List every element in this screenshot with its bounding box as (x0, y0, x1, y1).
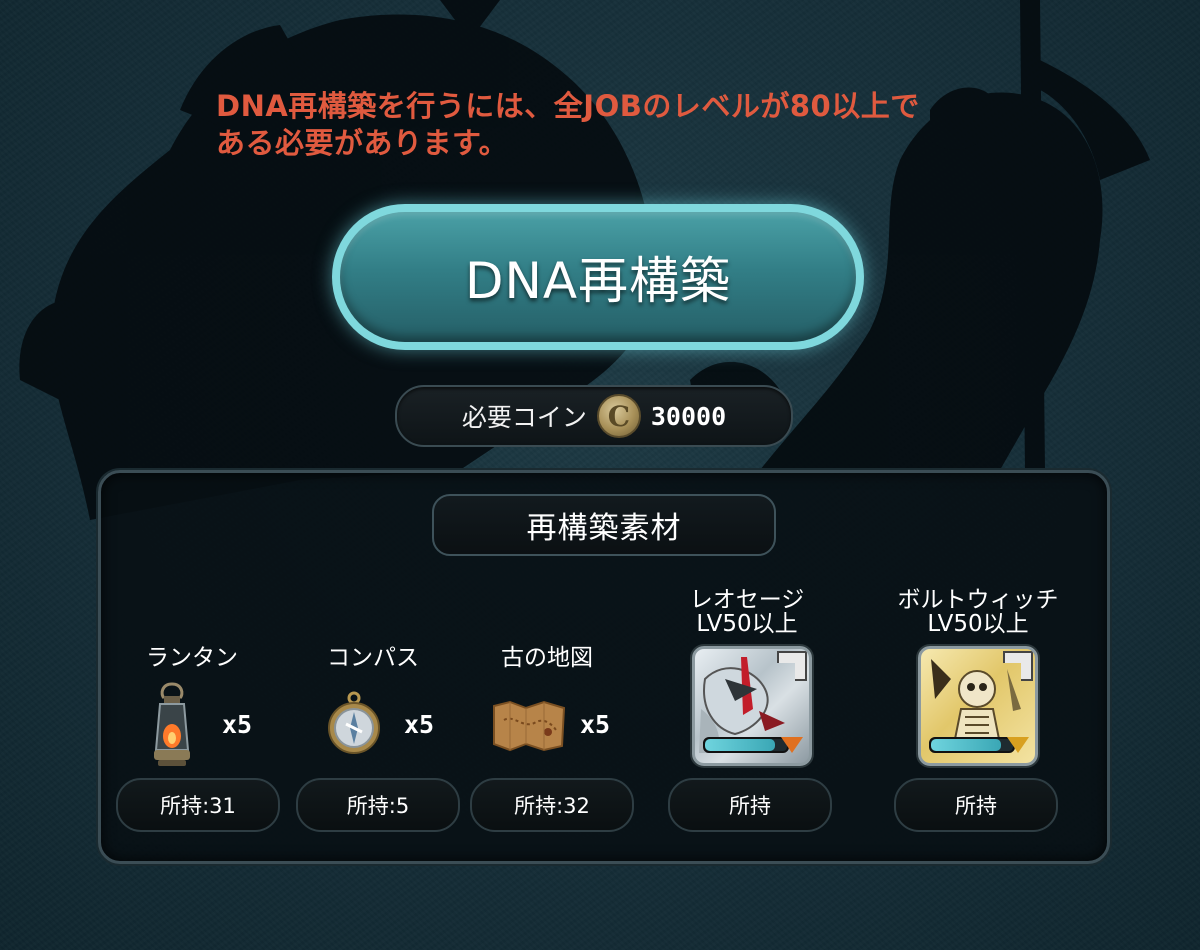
character-boltwitch-requirement: LV50以上 (927, 611, 1029, 637)
lantern-quantity: x5 (222, 710, 253, 739)
requirement-notice: DNA再構築を行うには、全JOBのレベルが80以上で ある必要があります。 (216, 88, 976, 162)
notice-line-1: DNA再構築を行うには、全JOBのレベルが80以上で (216, 89, 920, 123)
character-boltwitch-name: ボルトウィッチ (897, 587, 1059, 613)
compass-owned: 所持:5 (296, 778, 460, 832)
required-coin-display: 必要コイン C 30000 (395, 385, 793, 447)
leosage-triangle-icon (781, 737, 803, 753)
material-name-lantern: ランタン (146, 645, 238, 671)
character-name-boltwitch: ボルトウィッチ LV50以上 (888, 588, 1068, 636)
coin-icon: C (596, 394, 641, 438)
map-quantity: x5 (580, 710, 611, 739)
dna-rebuild-button[interactable]: DNA再構築 (332, 204, 864, 350)
dna-rebuild-button-label: DNA再構築 (464, 252, 732, 310)
map-icon[interactable] (490, 700, 568, 752)
lantern-owned: 所持:31 (116, 778, 280, 832)
character-name-leosage: レオセージ LV50以上 (672, 588, 822, 636)
character-leosage-name: レオセージ (689, 587, 805, 613)
leosage-level-bar (703, 737, 789, 753)
compass-icon[interactable] (326, 690, 382, 756)
map-owned: 所持:32 (470, 778, 634, 832)
leosage-level-fill (705, 739, 775, 751)
required-coin-amount: 30000 (650, 401, 727, 431)
leosage-owned: 所持 (668, 778, 832, 832)
character-card-boltwitch[interactable] (918, 646, 1038, 766)
material-name-ancient-map: 古の地図 (501, 645, 593, 671)
material-name-compass: コンパス (327, 645, 419, 671)
materials-panel-title: 再構築素材 (432, 494, 776, 556)
boltwitch-triangle-icon (1007, 737, 1029, 753)
required-coin-label: 必要コイン (461, 403, 587, 432)
notice-line-2: ある必要があります。 (216, 126, 509, 160)
boltwitch-level-fill (931, 739, 1001, 751)
boltwitch-level-bar (929, 737, 1015, 753)
character-leosage-requirement: LV50以上 (696, 611, 798, 637)
compass-quantity: x5 (404, 710, 435, 739)
lantern-icon[interactable] (150, 680, 194, 768)
character-card-leosage[interactable] (692, 646, 812, 766)
dna-rebuild-button-face[interactable]: DNA再構築 (340, 212, 856, 342)
boltwitch-owned: 所持 (894, 778, 1058, 832)
